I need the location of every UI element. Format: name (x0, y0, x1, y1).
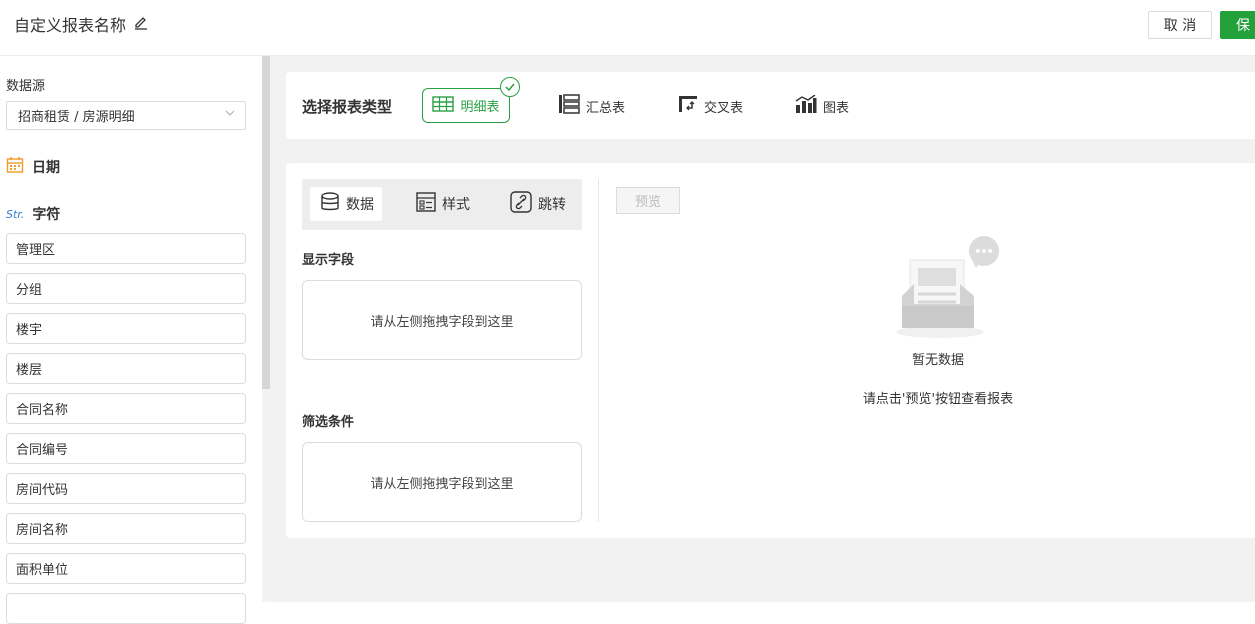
report-type-cross[interactable]: 交叉表 (678, 95, 743, 117)
empty-title: 暂无数据 (911, 353, 964, 368)
tab-data[interactable]: 数据 (310, 187, 382, 221)
field-item[interactable]: 楼宇 (6, 313, 246, 344)
top-bar: 自定义报表名称 取 消 保 (0, 0, 1255, 56)
chart-icon (795, 94, 817, 117)
empty-hint: 请点击'预览'按钮查看报表 (862, 392, 1014, 407)
database-icon (320, 192, 340, 216)
field-item[interactable]: 合同名称 (6, 393, 246, 424)
display-fields-placeholder: 请从左侧拖拽字段到这里 (370, 314, 514, 330)
preview-button[interactable]: 预览 (616, 187, 680, 214)
cancel-button[interactable]: 取 消 (1148, 11, 1212, 39)
datasource-select[interactable]: 招商租赁 / 房源明细 (6, 101, 246, 130)
field-item[interactable]: 合同编号 (6, 433, 246, 464)
field-item[interactable]: 房间名称 (6, 513, 246, 544)
selected-check-icon (500, 77, 520, 97)
divider (598, 179, 599, 522)
display-fields-dropzone[interactable]: 请从左侧拖拽字段到这里 (302, 280, 582, 360)
tab-jump-label: 跳转 (538, 197, 566, 213)
report-type-chart[interactable]: 图表 (795, 94, 850, 117)
table-grid-icon (432, 95, 455, 116)
datasource-label: 数据源 (6, 79, 46, 94)
filter-label: 筛选条件 (302, 415, 355, 430)
tab-style-label: 样式 (442, 197, 470, 213)
field-item[interactable]: 楼层 (6, 353, 246, 384)
string-group: Str. 字符 (6, 204, 60, 224)
report-type-detail[interactable]: 明细表 (422, 88, 510, 123)
report-type-summary-label: 汇总表 (586, 100, 626, 116)
filter-dropzone[interactable]: 请从左侧拖拽字段到这里 (302, 442, 582, 522)
chevron-down-icon (225, 108, 235, 121)
string-type-icon: Str. (6, 207, 25, 221)
sidebar-scrollbar-thumb[interactable] (262, 56, 270, 389)
date-group: 日期 (6, 156, 60, 178)
field-item[interactable]: 房间代码 (6, 473, 246, 504)
style-icon (416, 192, 436, 216)
string-group-label: 字符 (32, 207, 61, 223)
report-type-title: 选择报表类型 (302, 98, 393, 116)
report-title[interactable]: 自定义报表名称 (14, 12, 148, 36)
report-name: 自定义报表名称 (14, 16, 127, 35)
link-icon (510, 191, 532, 217)
field-item[interactable]: 分组 (6, 273, 246, 304)
empty-state-illustration (892, 236, 1002, 341)
tab-jump[interactable]: 跳转 (510, 187, 566, 221)
display-fields-label: 显示字段 (302, 253, 355, 268)
report-type-detail-label: 明细表 (460, 100, 500, 115)
summary-table-icon (558, 94, 580, 118)
save-button[interactable]: 保 (1220, 11, 1255, 39)
field-item[interactable]: 面积单位 (6, 553, 246, 584)
field-item-partial[interactable] (6, 593, 246, 624)
report-type-cross-label: 交叉表 (704, 100, 744, 116)
report-type-chart-label: 图表 (823, 100, 850, 116)
calendar-icon (6, 156, 24, 178)
field-item[interactable]: 管理区 (6, 233, 246, 264)
cross-table-icon (678, 95, 698, 117)
tab-data-label: 数据 (346, 197, 374, 213)
report-type-summary[interactable]: 汇总表 (558, 94, 625, 118)
datasource-value: 招商租赁 / 房源明细 (18, 110, 135, 125)
tab-style[interactable]: 样式 (416, 187, 470, 221)
date-group-label: 日期 (32, 160, 60, 176)
filter-placeholder: 请从左侧拖拽字段到这里 (370, 476, 514, 492)
edit-icon[interactable] (134, 15, 148, 34)
